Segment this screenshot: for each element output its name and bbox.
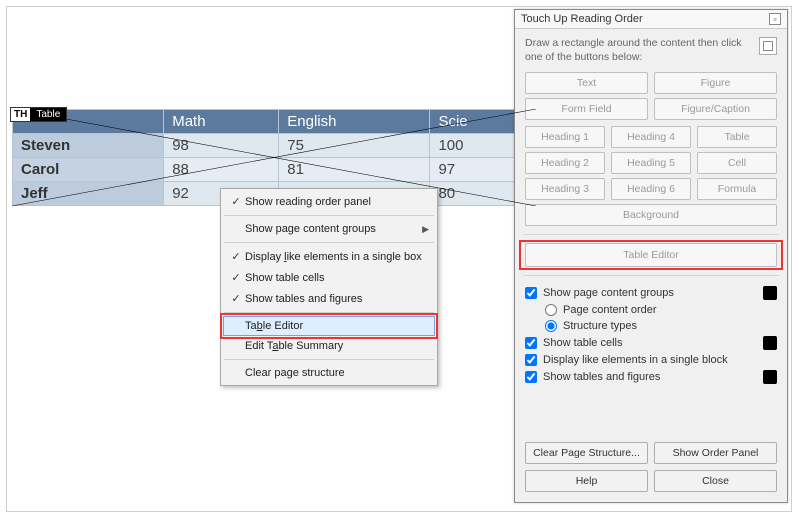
ctx-clear-page-structure[interactable]: Clear page structure [223, 363, 435, 383]
formula-button[interactable]: Formula [697, 178, 777, 200]
help-button[interactable]: Help [525, 470, 648, 492]
opt-display-like-elements[interactable]: Display like elements in a single block [525, 352, 777, 368]
figure-caption-button[interactable]: Figure/Caption [654, 98, 777, 120]
opt-label: Display like elements in a single block [543, 354, 728, 366]
opt-show-tables-and-figures[interactable]: Show tables and figures [525, 368, 777, 386]
ctx-edit-table-summary[interactable]: Edit Table Summary [223, 336, 435, 356]
table-row: Steven 98 75 100 [13, 134, 536, 158]
background-button[interactable]: Background [525, 204, 777, 226]
separator [523, 234, 779, 235]
color-swatch[interactable] [763, 286, 777, 300]
checkbox[interactable] [525, 354, 537, 366]
panel-title-text: Touch Up Reading Order [521, 13, 643, 25]
table-structure-tag: TH Table [10, 107, 67, 122]
cell: 88 [164, 158, 279, 182]
table-button[interactable]: Table [697, 126, 777, 148]
table-badge: Table [30, 108, 66, 121]
col-header: English [279, 110, 430, 134]
check-icon: ✓ [227, 271, 245, 284]
col-header: Math [164, 110, 279, 134]
opt-label: Page content order [563, 304, 657, 316]
cell-button[interactable]: Cell [697, 152, 777, 174]
opt-label: Show page content groups [543, 287, 674, 299]
ctx-label: Show table cells [245, 272, 429, 284]
opt-label: Structure types [563, 320, 637, 332]
form-field-button[interactable]: Form Field [525, 98, 648, 120]
ctx-label: Show page content groups [245, 223, 422, 235]
opt-label: Show tables and figures [543, 371, 660, 383]
ctx-label: Show reading order panel [245, 196, 429, 208]
close-button[interactable]: Close [654, 470, 777, 492]
ctx-label: Display like elements in a single box [245, 251, 429, 263]
submenu-arrow-icon: ▶ [422, 224, 429, 235]
ctx-label: Show tables and figures [245, 293, 429, 305]
heading4-button[interactable]: Heading 4 [611, 126, 691, 148]
heading6-button[interactable]: Heading 6 [611, 178, 691, 200]
heading5-button[interactable]: Heading 5 [611, 152, 691, 174]
separator [224, 242, 434, 243]
context-menu: ✓ Show reading order panel Show page con… [220, 188, 438, 386]
instruction-text: Draw a rectangle around the content then… [525, 37, 753, 64]
radio[interactable] [545, 320, 557, 332]
heading2-button[interactable]: Heading 2 [525, 152, 605, 174]
radio[interactable] [545, 304, 557, 316]
check-icon: ✓ [227, 292, 245, 305]
separator [224, 359, 434, 360]
cell: 75 [279, 134, 430, 158]
ctx-table-editor[interactable]: Table Editor [223, 316, 435, 336]
ctx-show-reading-order-panel[interactable]: ✓ Show reading order panel [223, 191, 435, 212]
opt-page-content-order[interactable]: Page content order [525, 302, 777, 318]
ctx-show-tables-and-figures[interactable]: ✓ Show tables and figures [223, 288, 435, 309]
heading3-button[interactable]: Heading 3 [525, 178, 605, 200]
separator [224, 312, 434, 313]
table-row: Carol 88 81 97 [13, 158, 536, 182]
color-swatch[interactable] [763, 336, 777, 350]
clear-page-structure-button[interactable]: Clear Page Structure... [525, 442, 648, 464]
row-name: Steven [13, 134, 164, 158]
checkbox[interactable] [525, 287, 537, 299]
opt-structure-types[interactable]: Structure types [525, 318, 777, 334]
panel-instruction: Draw a rectangle around the content then… [525, 37, 777, 64]
table-editor-button[interactable]: Table Editor [525, 243, 777, 267]
touch-up-reading-order-panel: Touch Up Reading Order ▫ Draw a rectangl… [514, 9, 788, 503]
checkbox[interactable] [525, 337, 537, 349]
check-icon: ✓ [227, 195, 245, 208]
opt-show-page-content-groups[interactable]: Show page content groups [525, 284, 777, 302]
draw-rectangle-icon[interactable] [759, 37, 777, 55]
text-button[interactable]: Text [525, 72, 648, 94]
ctx-label: Clear page structure [245, 367, 429, 379]
row-name: Jeff [13, 182, 164, 206]
show-order-panel-button[interactable]: Show Order Panel [654, 442, 777, 464]
separator [224, 215, 434, 216]
separator [523, 275, 779, 276]
opt-label: Show table cells [543, 337, 623, 349]
row-name: Carol [13, 158, 164, 182]
color-swatch[interactable] [763, 370, 777, 384]
panel-titlebar[interactable]: Touch Up Reading Order ▫ [515, 10, 787, 29]
checkbox[interactable] [525, 371, 537, 383]
heading1-button[interactable]: Heading 1 [525, 126, 605, 148]
panel-collapse-icon[interactable]: ▫ [769, 13, 781, 25]
opt-show-table-cells[interactable]: Show table cells [525, 334, 777, 352]
ctx-show-table-cells[interactable]: ✓ Show table cells [223, 267, 435, 288]
figure-button[interactable]: Figure [654, 72, 777, 94]
cell: 98 [164, 134, 279, 158]
th-badge: TH [11, 108, 30, 121]
ctx-display-like-elements[interactable]: ✓ Display like elements in a single box [223, 246, 435, 267]
ctx-label: Table Editor [245, 320, 429, 332]
ctx-label: Edit Table Summary [245, 340, 429, 352]
check-icon: ✓ [227, 250, 245, 263]
table-header-row: Math English Scie [13, 110, 536, 134]
ctx-show-page-content-groups[interactable]: Show page content groups ▶ [223, 219, 435, 239]
cell: 81 [279, 158, 430, 182]
